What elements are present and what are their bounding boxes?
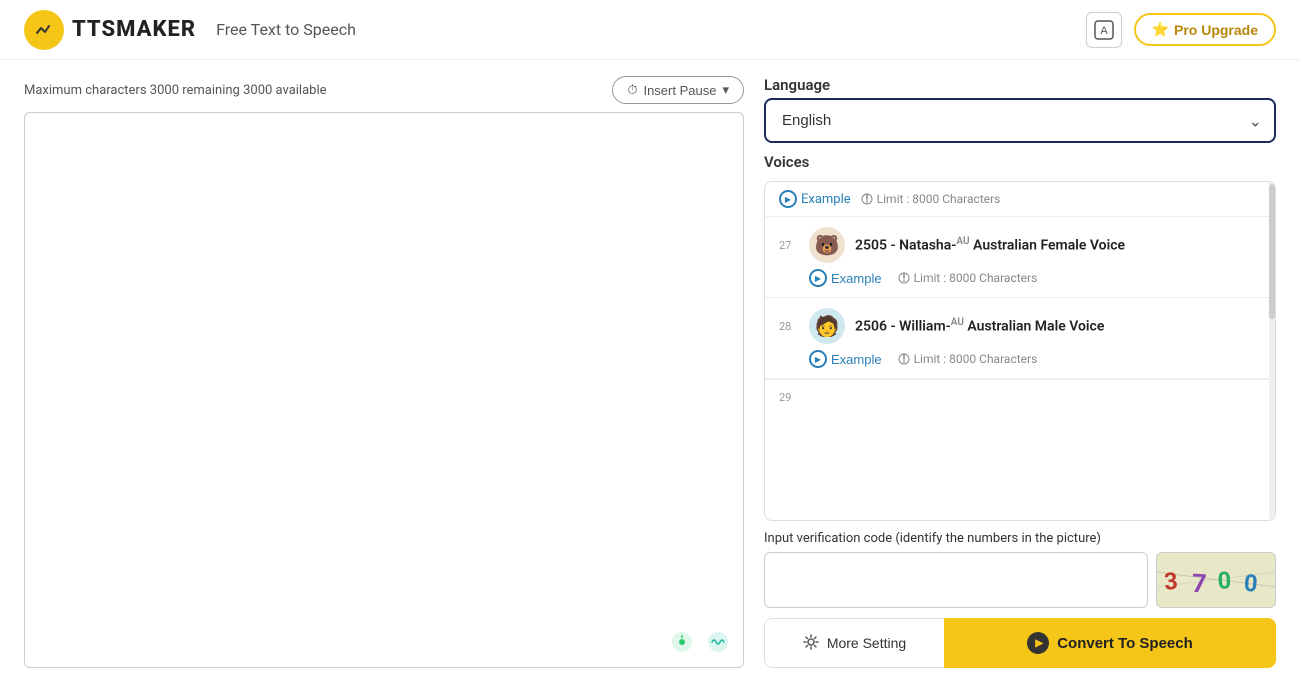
main-content: Maximum characters 3000 remaining 3000 a… (0, 60, 1300, 684)
voice-name-william: 2506 - William-AU Australian Male Voice (855, 317, 1104, 335)
left-panel: Maximum characters 3000 remaining 3000 a… (24, 76, 744, 668)
tagline: Free Text to Speech (216, 20, 356, 39)
captcha-image: 3 7 0 0 (1156, 552, 1276, 608)
settings-icon (803, 634, 819, 653)
voices-list: ▶ Example Limit : 8000 Characters 27 🐻 2… (764, 181, 1276, 521)
language-label: Language (764, 76, 1276, 94)
header: TTSMAKER Free Text to Speech A ⭐ Pro Upg… (0, 0, 1300, 60)
convert-to-speech-button[interactable]: ▶ Convert To Speech (944, 618, 1276, 668)
voice-card-header-natasha: 27 🐻 2505 - Natasha-AU Australian Female… (779, 227, 1261, 263)
play-icon-natasha: ▶ (809, 269, 827, 287)
mic-icon[interactable] (668, 628, 696, 656)
convert-label: Convert To Speech (1057, 635, 1193, 652)
bottom-buttons: More Setting ▶ Convert To Speech (764, 618, 1276, 668)
example-button-william[interactable]: ▶ Example (809, 350, 882, 368)
more-setting-label: More Setting (827, 635, 906, 651)
voices-label: Voices (764, 153, 1276, 171)
limit-william: Limit : 8000 Characters (898, 352, 1038, 366)
voice-card-bottom-partial: 29 (765, 379, 1275, 401)
pro-icon: ⭐ (1152, 21, 1169, 38)
language-section: Language English Chinese Spanish French … (764, 76, 1276, 143)
svg-text:0: 0 (1217, 566, 1232, 595)
translate-button[interactable]: A (1086, 12, 1122, 48)
limit-natasha: Limit : 8000 Characters (898, 271, 1038, 285)
language-select-wrapper: English Chinese Spanish French German Ja… (764, 98, 1276, 143)
example-button-natasha[interactable]: ▶ Example (809, 269, 882, 287)
insert-pause-button[interactable]: ⏱ Insert Pause ▾ (612, 76, 744, 104)
right-panel: Language English Chinese Spanish French … (764, 76, 1276, 668)
logo-container: TTSMAKER (24, 10, 196, 50)
voice-avatar-william: 🧑 (809, 308, 845, 344)
voice-card-william[interactable]: 28 🧑 2506 - William-AU Australian Male V… (765, 298, 1275, 379)
voice-card-top-partial[interactable]: ▶ Example Limit : 8000 Characters (765, 182, 1275, 217)
clock-icon: ⏱ (627, 82, 637, 98)
scrollbar-thumb (1269, 184, 1275, 319)
svg-text:3: 3 (1163, 567, 1179, 596)
play-triangle-icon: ▶ (1035, 638, 1043, 649)
header-left: TTSMAKER Free Text to Speech (24, 10, 356, 50)
waveform-icon[interactable] (704, 628, 732, 656)
voice-num-28: 28 (779, 320, 799, 333)
language-select[interactable]: English Chinese Spanish French German Ja… (764, 98, 1276, 143)
svg-text:7: 7 (1191, 569, 1207, 600)
header-right: A ⭐ Pro Upgrade (1086, 12, 1276, 48)
voice-card-natasha[interactable]: 27 🐻 2505 - Natasha-AU Australian Female… (765, 217, 1275, 298)
voice-num-27: 27 (779, 239, 799, 252)
voice-name-natasha: 2505 - Natasha-AU Australian Female Voic… (855, 236, 1125, 254)
example-play-icon[interactable]: ▶ Example (779, 190, 851, 208)
limit-text-top: Limit : 8000 Characters (861, 192, 1001, 206)
svg-text:0: 0 (1243, 569, 1258, 598)
text-input[interactable] (24, 112, 744, 668)
voice-actions-natasha: ▶ Example Limit : 8000 Characters (779, 269, 1261, 287)
more-setting-button[interactable]: More Setting (764, 618, 944, 668)
char-info: Maximum characters 3000 remaining 3000 a… (24, 83, 327, 98)
svg-text:A: A (1100, 25, 1108, 37)
play-circle-icon: ▶ (1027, 632, 1049, 654)
char-info-row: Maximum characters 3000 remaining 3000 a… (24, 76, 744, 104)
play-icon-william: ▶ (809, 350, 827, 368)
logo-icon (24, 10, 64, 50)
verification-input[interactable] (764, 552, 1148, 608)
pro-upgrade-button[interactable]: ⭐ Pro Upgrade (1134, 13, 1276, 46)
verification-row: 3 7 0 0 (764, 552, 1276, 608)
voice-avatar-natasha: 🐻 (809, 227, 845, 263)
verification-section: Input verification code (identify the nu… (764, 531, 1276, 608)
scrollbar[interactable] (1269, 182, 1275, 520)
voice-actions-william: ▶ Example Limit : 8000 Characters (779, 350, 1261, 368)
voice-card-header-william: 28 🧑 2506 - William-AU Australian Male V… (779, 308, 1261, 344)
logo-text: TTSMAKER (72, 17, 196, 42)
pro-upgrade-label: Pro Upgrade (1174, 22, 1258, 38)
verification-label: Input verification code (identify the nu… (764, 531, 1276, 546)
insert-pause-label: Insert Pause (643, 83, 716, 98)
textarea-icons (668, 628, 732, 656)
chevron-down-icon: ▾ (722, 82, 729, 98)
textarea-container (24, 112, 744, 668)
